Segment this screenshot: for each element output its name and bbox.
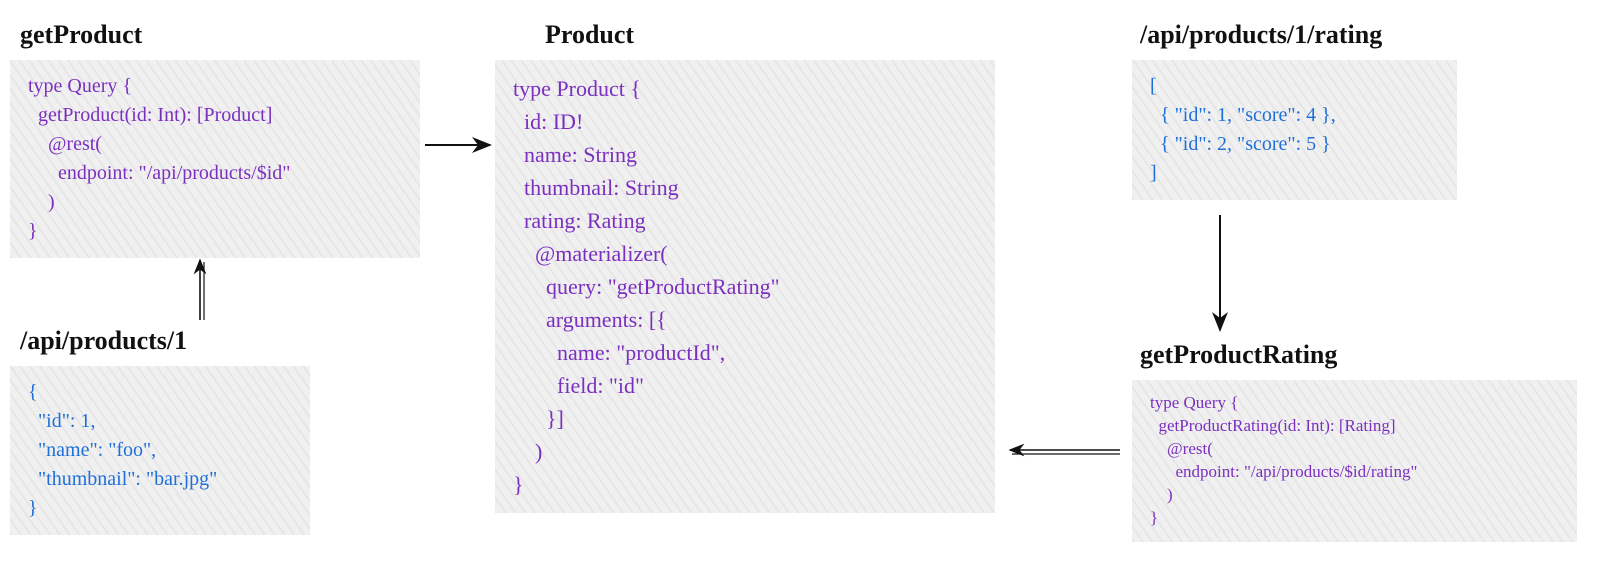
code-rating-api: [ { "id": 1, "score": 4 }, { "id": 2, "s… xyxy=(1132,60,1457,200)
heading-get-product-rating: getProductRating xyxy=(1140,340,1337,370)
heading-product: Product xyxy=(545,20,634,50)
heading-rating-api: /api/products/1/rating xyxy=(1140,20,1382,50)
code-product: type Product { id: ID! name: String thum… xyxy=(495,60,995,513)
code-get-product-rating: type Query { getProductRating(id: Int): … xyxy=(1132,380,1577,542)
heading-get-product: getProduct xyxy=(20,20,142,50)
code-get-product: type Query { getProduct(id: Int): [Produ… xyxy=(10,60,420,258)
heading-product-api: /api/products/1 xyxy=(20,326,187,356)
code-product-api: { "id": 1, "name": "foo", "thumbnail": "… xyxy=(10,366,310,535)
